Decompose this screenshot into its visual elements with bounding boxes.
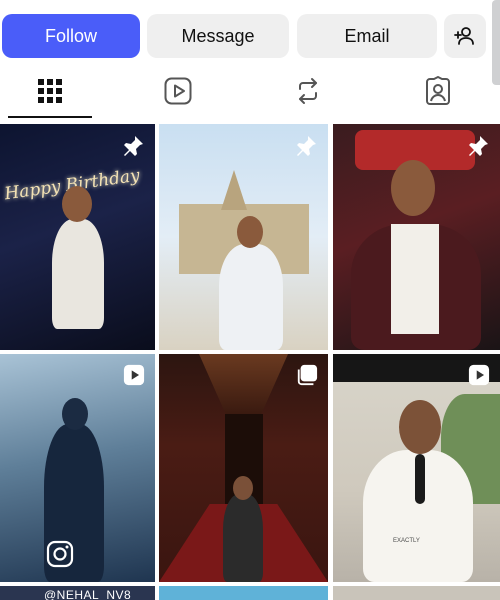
tab-tagged[interactable]	[388, 62, 488, 120]
post-overlay-text: EXACTLY	[393, 538, 420, 544]
temple-spire	[221, 170, 247, 210]
profile-actions: Follow Message Email	[0, 14, 500, 58]
instagram-logo-icon	[46, 540, 74, 568]
person-head	[233, 476, 253, 500]
post-thumbnail[interactable]: Happy Birthday	[0, 124, 155, 350]
tab-posts[interactable]	[0, 62, 100, 120]
grid-icon	[38, 79, 62, 103]
tagged-icon	[426, 76, 450, 105]
carousel-icon	[297, 364, 318, 386]
pin-icon	[469, 136, 488, 156]
person-figure	[223, 494, 263, 582]
reels-icon	[164, 77, 192, 105]
email-button[interactable]: Email	[297, 14, 437, 58]
post-thumbnail[interactable]	[159, 354, 328, 582]
reels-icon	[468, 364, 490, 386]
person-figure	[52, 219, 104, 329]
post-thumbnail[interactable]	[0, 354, 155, 582]
posts-grid: Happy Birthday EXACTLY @NEHAL_NV8	[0, 124, 500, 600]
person-add-icon	[454, 27, 474, 45]
post-thumbnail[interactable]: @NEHAL_NV8	[0, 586, 155, 600]
pin-icon	[297, 136, 316, 156]
profile-tabs	[0, 62, 500, 120]
person-figure	[219, 244, 283, 350]
reels-icon	[123, 364, 145, 386]
person-head	[62, 186, 92, 222]
post-overlay-text: @NEHAL_NV8	[44, 588, 132, 600]
follow-button[interactable]: Follow	[2, 14, 140, 58]
person-shirt	[391, 224, 439, 334]
reposts-icon	[299, 78, 317, 104]
post-thumbnail[interactable]	[159, 124, 328, 350]
suggested-users-button[interactable]	[444, 14, 486, 58]
hallway-ceiling	[199, 354, 288, 414]
person-head	[237, 216, 263, 248]
post-thumbnail[interactable]	[333, 586, 500, 600]
pin-icon	[124, 136, 143, 156]
microphone	[415, 454, 425, 504]
tab-reels[interactable]	[128, 62, 228, 120]
person-head	[391, 160, 435, 216]
person-head	[62, 398, 88, 430]
post-thumbnail[interactable]	[159, 586, 328, 600]
post-thumbnail[interactable]	[333, 124, 500, 350]
post-thumbnail[interactable]: EXACTLY	[333, 354, 500, 582]
message-button[interactable]: Message	[147, 14, 289, 58]
person-head	[399, 400, 441, 454]
active-tab-indicator	[8, 116, 92, 118]
tab-reposts[interactable]	[258, 62, 358, 120]
